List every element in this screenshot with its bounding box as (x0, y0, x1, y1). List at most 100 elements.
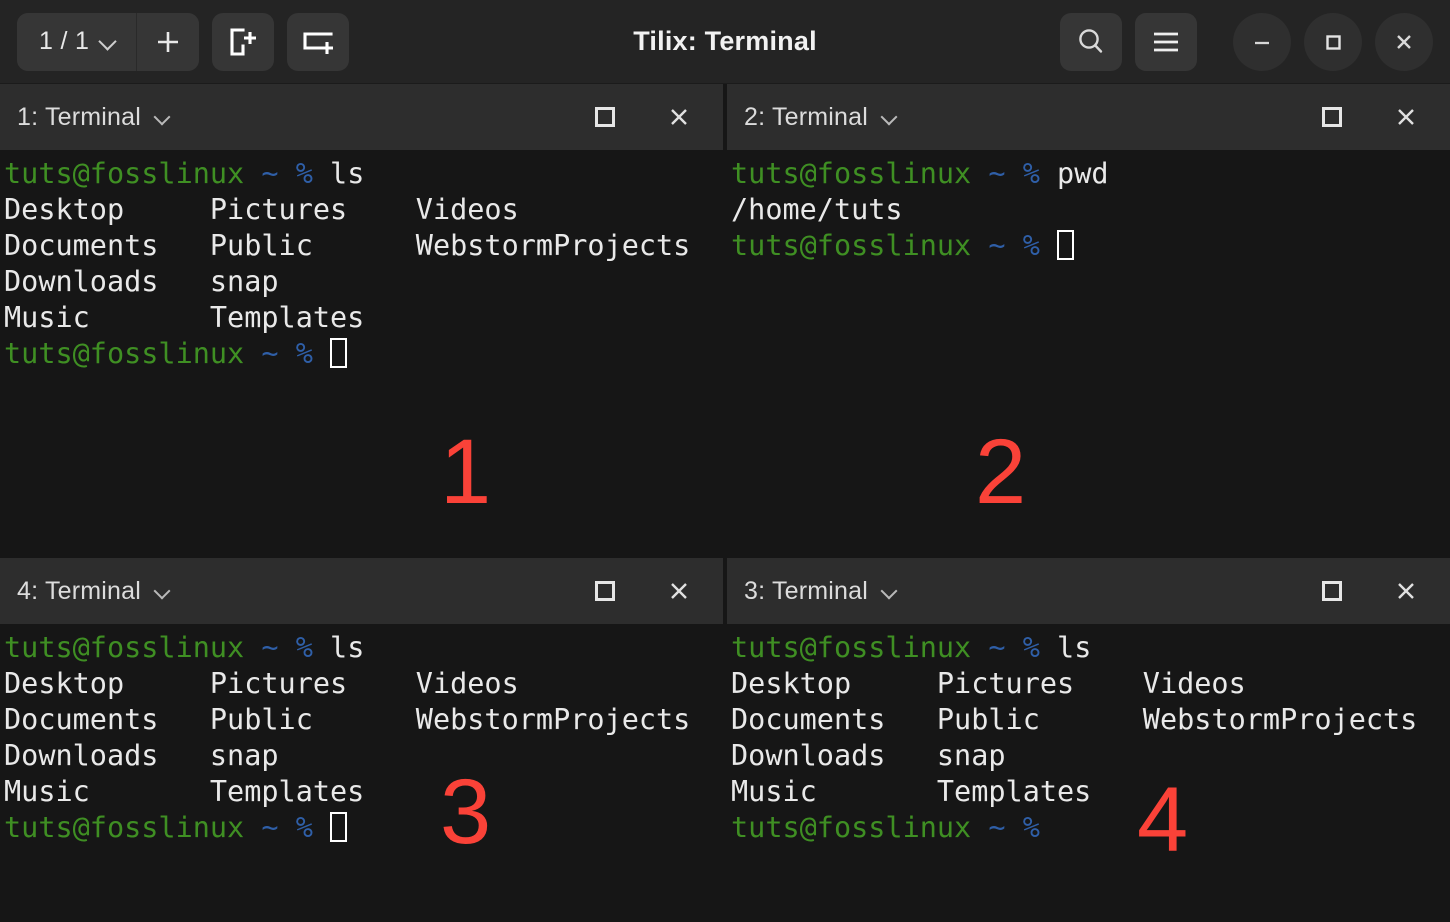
terminal-text: ~ (261, 811, 296, 844)
terminal-pane-4: 4: Terminal tuts@fosslinux ~ % ls Desktop (0, 558, 723, 922)
split-terminal-down-button[interactable] (287, 12, 350, 71)
close-icon (1398, 583, 1414, 599)
maximize-button[interactable] (1304, 12, 1362, 71)
terminal-line: Desktop Pictures Videos (4, 666, 723, 702)
terminal-line: Downloads snap (4, 738, 723, 774)
terminal-text: Downloads snap (731, 739, 1006, 772)
tilix-window: 1 / 1 Tilix: Terminal 1: Terminal tuts@f… (0, 0, 1450, 922)
titlebar-left-controls: 1 / 1 (17, 12, 350, 71)
titlebar-right-controls (1060, 12, 1433, 71)
terminal-text: % (1022, 229, 1058, 262)
terminal-text: tuts@fosslinux (731, 811, 989, 844)
add-session-button[interactable] (136, 12, 200, 71)
pane-maximize-button-4[interactable] (579, 565, 631, 617)
terminal-text: % (295, 631, 331, 664)
pane-maximize-button-1[interactable] (579, 91, 631, 143)
terminal-pane-2: 2: Terminal tuts@fosslinux ~ % pwd/home/… (727, 84, 1450, 554)
terminal-lines-4: tuts@fosslinux ~ % ls Desktop Pictures Vi… (4, 630, 723, 846)
terminal-line: tuts@fosslinux ~ % (4, 810, 723, 846)
terminal-text: Music Templates (731, 775, 1092, 808)
close-icon (1397, 34, 1411, 49)
session-selector-button[interactable]: 1 / 1 (17, 12, 137, 71)
minimize-icon (1255, 41, 1269, 44)
terminal-line: tuts@fosslinux ~ % ls (4, 156, 723, 192)
terminal-line: Music Templates (4, 774, 723, 810)
terminal-text: Downloads snap (4, 739, 279, 772)
terminal-text: Music Templates (4, 301, 365, 334)
hamburger-menu-icon (1154, 32, 1178, 51)
terminal-line: Downloads snap (4, 264, 723, 300)
pane-maximize-button-2[interactable] (1306, 91, 1358, 143)
close-icon (1398, 109, 1414, 125)
terminal-text: % (1022, 631, 1058, 664)
pane-maximize-button-3[interactable] (1306, 565, 1358, 617)
terminal-line: Desktop Pictures Videos (731, 666, 1450, 702)
pane-header-2: 2: Terminal (727, 84, 1450, 150)
terminal-line: /home/tuts (731, 192, 1450, 228)
pane-header-3: 3: Terminal (727, 558, 1450, 624)
pane-close-button-4[interactable] (653, 565, 705, 617)
terminal-output-3[interactable]: tuts@fosslinux ~ % ls Desktop Pictures Vi… (727, 624, 1450, 922)
titlebar: 1 / 1 Tilix: Terminal (0, 0, 1450, 84)
terminal-text: Downloads snap (4, 265, 279, 298)
terminal-text: tuts@fosslinux (4, 157, 262, 190)
pane-title-4: 4: Terminal (17, 576, 142, 605)
terminal-text: ls (330, 157, 365, 190)
terminal-cursor (330, 812, 348, 842)
terminal-text: % (295, 337, 331, 370)
main-menu-button[interactable] (1135, 12, 1197, 71)
close-icon (671, 583, 687, 599)
search-button[interactable] (1060, 12, 1122, 71)
session-selector-label: 1 / 1 (39, 27, 90, 55)
pane-close-button-3[interactable] (1380, 565, 1432, 617)
search-icon (1079, 28, 1103, 53)
maximize-icon (1322, 107, 1342, 127)
terminal-line: tuts@fosslinux ~ % (731, 228, 1450, 264)
terminal-text: tuts@fosslinux (4, 811, 262, 844)
plus-icon (158, 31, 179, 52)
terminal-text: ls (1057, 631, 1092, 664)
terminal-lines-1: tuts@fosslinux ~ % ls Desktop Pictures Vi… (4, 156, 723, 372)
terminal-text: Music Templates (4, 775, 365, 808)
terminal-text: ~ (261, 631, 296, 664)
terminal-line: tuts@fosslinux ~ % (731, 810, 1450, 846)
terminal-line: Documents Public WebstormProjects (4, 702, 723, 738)
maximize-icon (1326, 34, 1341, 50)
terminal-cursor (1057, 230, 1075, 260)
terminal-lines-2: tuts@fosslinux ~ % pwd/home/tuts tuts@fos… (731, 156, 1450, 264)
terminal-text: tuts@fosslinux (731, 631, 989, 664)
terminal-cursor (330, 338, 348, 368)
pane-header-4: 4: Terminal (0, 558, 723, 624)
terminal-line: Music Templates (4, 300, 723, 336)
terminal-pane-3: 3: Terminal tuts@fosslinux ~ % ls Desktop (727, 558, 1450, 922)
pane-close-button-1[interactable] (653, 91, 705, 143)
chevron-down-icon[interactable] (155, 583, 172, 600)
terminal-text: ~ (988, 229, 1023, 262)
terminal-row-top: 1: Terminal tuts@fosslinux ~ % ls Desktop (0, 84, 1450, 554)
chevron-down-icon[interactable] (882, 583, 899, 600)
chevron-down-icon[interactable] (882, 109, 899, 126)
terminal-text: Desktop Pictures Videos (731, 667, 1246, 700)
terminal-text: Documents Public WebstormProjects (731, 703, 1418, 736)
terminal-text: % (295, 157, 331, 190)
minimize-button[interactable] (1233, 12, 1291, 71)
terminal-text: ~ (988, 631, 1023, 664)
maximize-icon (595, 581, 615, 601)
terminal-output-1[interactable]: tuts@fosslinux ~ % ls Desktop Pictures Vi… (0, 150, 723, 554)
pane-header-1: 1: Terminal (0, 84, 723, 150)
pane-title-1: 1: Terminal (17, 102, 142, 131)
terminal-line: Downloads snap (731, 738, 1450, 774)
terminal-text: ~ (261, 337, 296, 370)
terminal-output-4[interactable]: tuts@fosslinux ~ % ls Desktop Pictures Vi… (0, 624, 723, 922)
terminal-text: % (1022, 811, 1058, 844)
chevron-down-icon[interactable] (155, 109, 172, 126)
terminal-line: Desktop Pictures Videos (4, 192, 723, 228)
terminal-text: /home/tuts (731, 193, 903, 226)
terminal-line: Music Templates (731, 774, 1450, 810)
pane-title-3: 3: Terminal (744, 576, 869, 605)
terminal-output-2[interactable]: tuts@fosslinux ~ % pwd/home/tuts tuts@fos… (727, 150, 1450, 554)
split-terminal-right-button[interactable] (212, 12, 275, 71)
pane-close-button-2[interactable] (1380, 91, 1432, 143)
close-button[interactable] (1375, 12, 1433, 71)
terminal-line: tuts@fosslinux ~ % pwd (731, 156, 1450, 192)
